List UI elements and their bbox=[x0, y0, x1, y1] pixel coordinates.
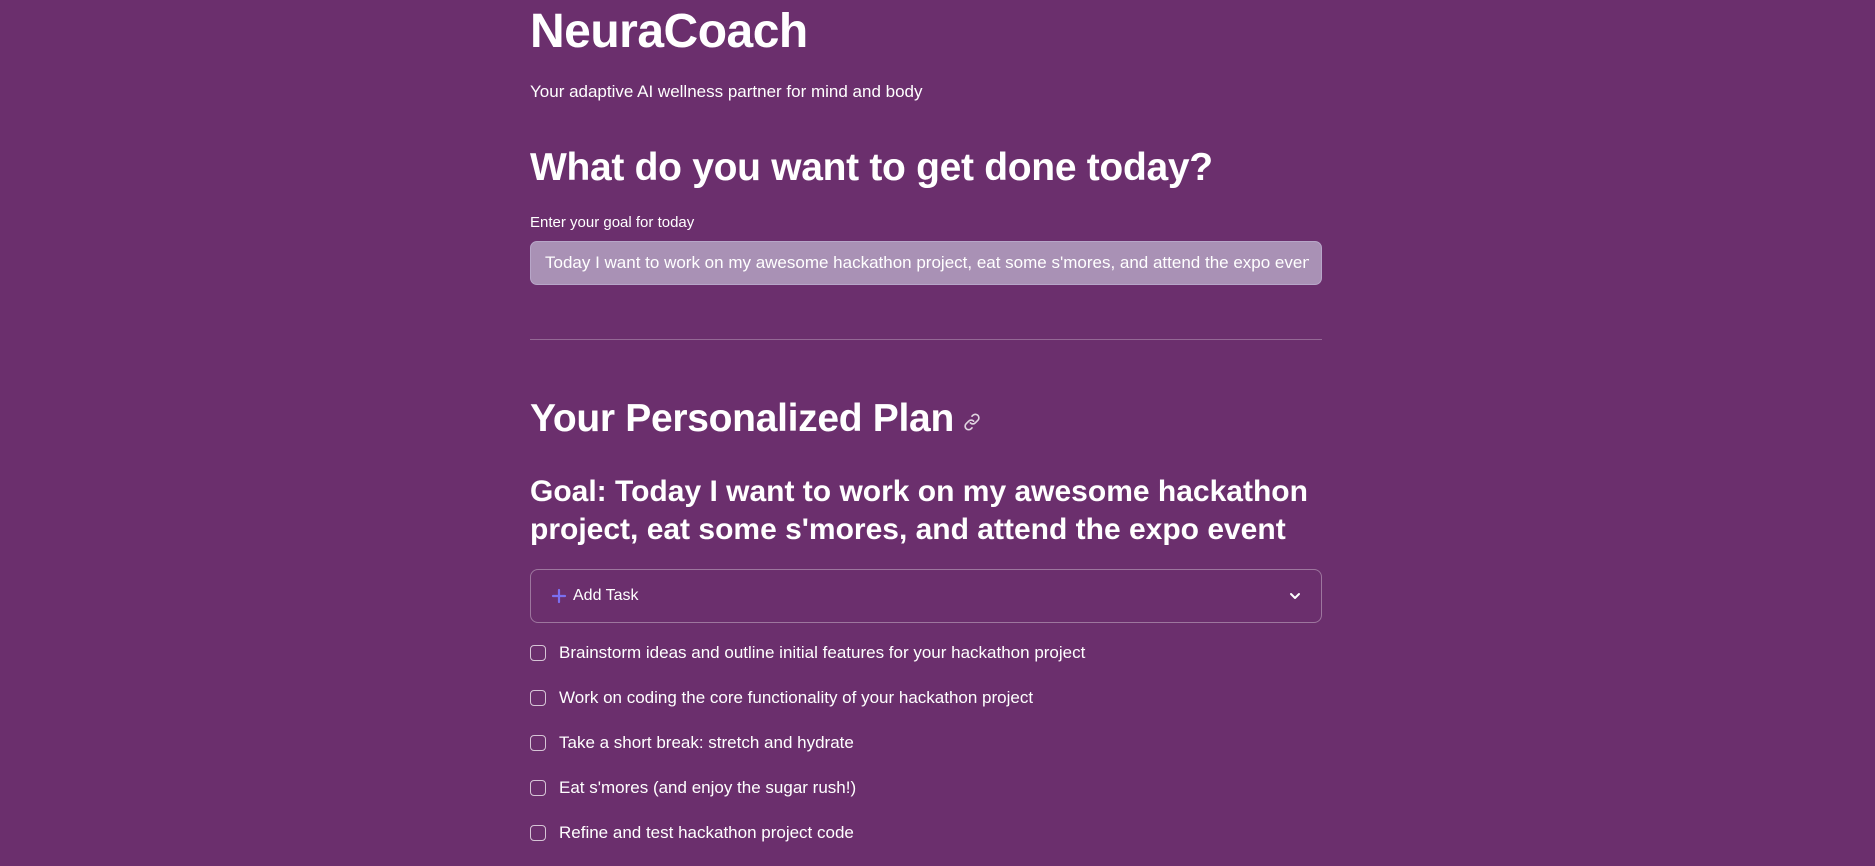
plan-heading: Your Personalized Plan bbox=[530, 394, 982, 444]
task-label: Take a short break: stretch and hydrate bbox=[559, 733, 854, 752]
goal-input-label: Enter your goal for today bbox=[530, 214, 695, 231]
task-checkbox[interactable] bbox=[530, 735, 546, 751]
task-checkbox[interactable] bbox=[530, 645, 546, 661]
goal-input[interactable] bbox=[530, 241, 1322, 285]
task-list: Brainstorm ideas and outline initial fea… bbox=[530, 641, 1085, 866]
task-checkbox[interactable] bbox=[530, 825, 546, 841]
app-title: NeuraCoach bbox=[530, 5, 808, 58]
section-divider bbox=[530, 339, 1322, 340]
link-icon[interactable] bbox=[962, 412, 982, 432]
task-checkbox[interactable] bbox=[530, 690, 546, 706]
task-item[interactable]: Refine and test hackathon project code bbox=[530, 821, 1085, 866]
plus-icon bbox=[551, 588, 567, 604]
add-task-label: Add Task bbox=[573, 587, 639, 604]
app-subtitle: Your adaptive AI wellness partner for mi… bbox=[530, 82, 923, 101]
task-label: Refine and test hackathon project code bbox=[559, 823, 854, 842]
task-checkbox[interactable] bbox=[530, 780, 546, 796]
goal-heading: Goal: Today I want to work on my awesome… bbox=[530, 475, 1308, 546]
task-item[interactable]: Brainstorm ideas and outline initial fea… bbox=[530, 641, 1085, 686]
task-item[interactable]: Take a short break: stretch and hydrate bbox=[530, 731, 1085, 776]
task-label: Brainstorm ideas and outline initial fea… bbox=[559, 643, 1086, 662]
goal-section-heading: What do you want to get done today? bbox=[530, 146, 1213, 189]
task-item[interactable]: Eat s'mores (and enjoy the sugar rush!) bbox=[530, 776, 1085, 821]
add-task-expander[interactable]: Add Task bbox=[530, 569, 1322, 623]
task-item[interactable]: Work on coding the core functionality of… bbox=[530, 686, 1085, 731]
task-label: Eat s'mores (and enjoy the sugar rush!) bbox=[559, 778, 857, 797]
task-label: Work on coding the core functionality of… bbox=[559, 688, 1034, 707]
plan-heading-text: Your Personalized Plan bbox=[530, 397, 954, 440]
chevron-down-icon[interactable] bbox=[1287, 588, 1303, 604]
